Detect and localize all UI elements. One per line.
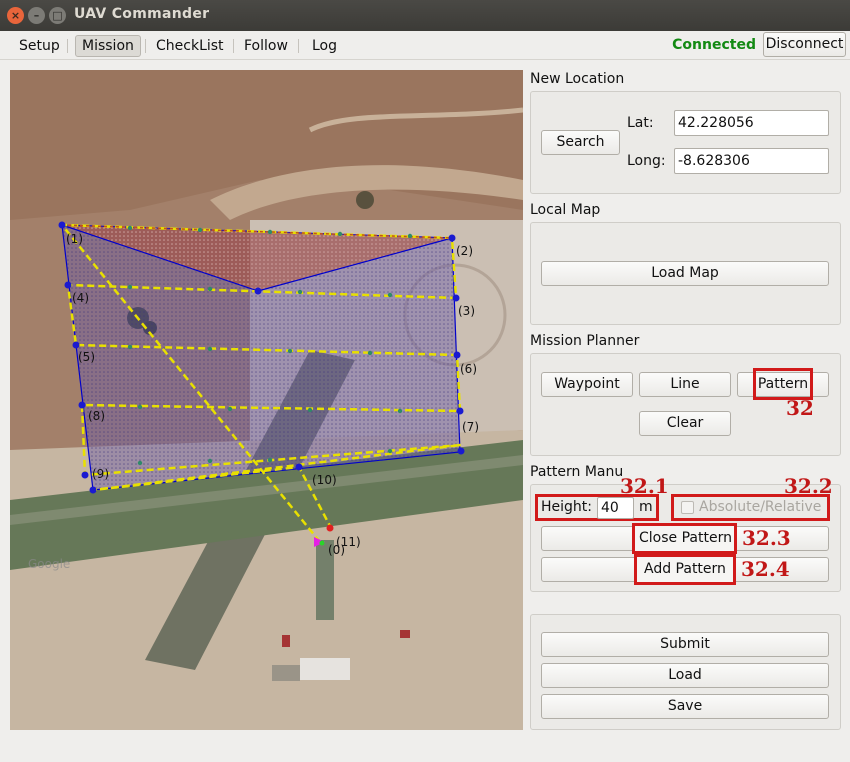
waypoint-button[interactable]: Waypoint: [541, 372, 633, 397]
tab-separator: [67, 39, 68, 53]
waypoint-label: (2): [456, 244, 473, 258]
lat-field[interactable]: 42.228056: [674, 110, 829, 136]
annotation-label: 32.4: [741, 557, 790, 581]
save-button[interactable]: Save: [541, 694, 829, 719]
annotation-label: 32.3: [742, 526, 791, 550]
tab-mission[interactable]: Mission: [75, 35, 141, 57]
tab-separator: [298, 39, 299, 53]
annotation-label: 32: [786, 396, 814, 420]
tab-follow[interactable]: Follow: [238, 35, 294, 57]
local-map-title: Local Map: [530, 202, 601, 218]
absolute-relative-checkbox[interactable]: [681, 501, 694, 514]
new-location-title: New Location: [530, 71, 625, 87]
submit-button[interactable]: Submit: [541, 632, 829, 657]
waypoint-label: (10): [312, 473, 337, 487]
line-button[interactable]: Line: [639, 372, 731, 397]
waypoint-label: (6): [460, 362, 477, 376]
waypoint-label: (5): [78, 350, 95, 364]
waypoint-label: (11): [336, 535, 361, 549]
window-close-icon[interactable]: ×: [7, 7, 24, 24]
map-view[interactable]: (0) (1) (2) (3) (4) (5) (6) (7) (8) (9) …: [10, 70, 523, 730]
height-field[interactable]: 40: [597, 497, 634, 519]
tab-log[interactable]: Log: [306, 35, 343, 57]
waypoint-label: (7): [462, 420, 479, 434]
tab-setup[interactable]: Setup: [13, 35, 66, 57]
menu-bar: Setup Mission CheckList Follow Log Conne…: [0, 31, 850, 60]
height-unit: m: [639, 499, 653, 515]
long-label: Long:: [627, 153, 666, 169]
height-label: Height:: [541, 499, 592, 515]
waypoint-label: (1): [66, 232, 83, 246]
clear-button[interactable]: Clear: [639, 411, 731, 436]
satellite-map: (0) (1) (2) (3) (4) (5) (6) (7) (8) (9) …: [10, 70, 523, 730]
load-map-button[interactable]: Load Map: [541, 261, 829, 286]
map-watermark: Google: [28, 557, 70, 571]
window-minimize-icon[interactable]: –: [28, 7, 45, 24]
lat-label: Lat:: [627, 115, 654, 131]
absolute-relative-label: Absolute/Relative: [699, 499, 822, 515]
mission-planner-title: Mission Planner: [530, 333, 640, 349]
search-button[interactable]: Search: [541, 130, 620, 155]
waypoint-label: (3): [458, 304, 475, 318]
pattern-menu-title: Pattern Manu: [530, 464, 624, 480]
waypoint-label: (9): [92, 467, 109, 481]
title-bar: × – □ UAV Commander: [0, 0, 850, 31]
add-pattern-button[interactable]: Add Pattern: [644, 561, 726, 577]
disconnect-button[interactable]: Disconnect: [763, 32, 846, 57]
window-title: UAV Commander: [74, 6, 210, 22]
tab-separator: [145, 39, 146, 53]
waypoint-label: (4): [72, 291, 89, 305]
connection-status: Connected: [672, 37, 756, 53]
load-button[interactable]: Load: [541, 663, 829, 688]
long-field[interactable]: -8.628306: [674, 148, 829, 174]
tab-checklist[interactable]: CheckList: [150, 35, 230, 57]
waypoint-label: (8): [88, 409, 105, 423]
tab-separator: [233, 39, 234, 53]
window-maximize-icon[interactable]: □: [49, 7, 66, 24]
close-pattern-button[interactable]: Close Pattern: [639, 530, 732, 546]
